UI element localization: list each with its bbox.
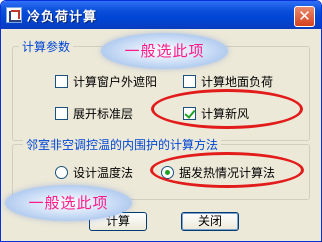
radio-heat-generation[interactable]: 据发热情况计算法 — [161, 164, 275, 181]
callout-top: 一般选此项 — [101, 33, 228, 69]
close-window-button[interactable]: ✕ — [294, 6, 315, 27]
window-title: 冷负荷计算 — [27, 10, 98, 25]
cooling-load-dialog: 冷负荷计算 ✕ 计算参数 计算窗户外遮阳 计算地面负荷 展开标准层 计算新风 邻… — [0, 0, 322, 242]
checkbox-expand-standard-floor-label: 展开标准层 — [73, 107, 134, 121]
radio-design-temperature-label: 设计温度法 — [73, 166, 134, 180]
radio-design-temperature-dot[interactable] — [55, 166, 68, 179]
checkbox-window-shading[interactable]: 计算窗户外遮阳 — [55, 73, 157, 90]
close-button[interactable]: 关闭 — [181, 212, 239, 231]
close-icon: ✕ — [298, 7, 311, 25]
group-calc-params-legend: 计算参数 — [19, 38, 74, 55]
radio-heat-generation-dot[interactable] — [161, 166, 174, 179]
group-calc-method-legend: 邻室非空调控温的内围护的计算方法 — [23, 136, 222, 153]
checkbox-ground-load[interactable]: 计算地面负荷 — [183, 73, 273, 90]
checkbox-window-shading-label: 计算窗户外遮阳 — [73, 75, 158, 89]
checkbox-ground-load-box[interactable] — [183, 75, 196, 88]
checkbox-expand-standard-floor-box[interactable] — [55, 107, 68, 120]
checkbox-expand-standard-floor[interactable]: 展开标准层 — [55, 105, 133, 122]
checkbox-ground-load-label: 计算地面负荷 — [201, 75, 274, 89]
app-icon — [6, 7, 22, 23]
callout-bottom: 一般选此项 — [5, 185, 132, 221]
radio-heat-generation-label: 据发热情况计算法 — [179, 166, 276, 180]
title-bar[interactable]: 冷负荷计算 ✕ — [1, 1, 321, 29]
checkbox-window-shading-box[interactable] — [55, 75, 68, 88]
checkbox-fresh-air[interactable]: 计算新风 — [183, 105, 249, 122]
checkbox-fresh-air-box[interactable] — [183, 107, 196, 120]
checkbox-fresh-air-label: 计算新风 — [201, 107, 250, 121]
radio-design-temperature[interactable]: 设计温度法 — [55, 164, 133, 181]
